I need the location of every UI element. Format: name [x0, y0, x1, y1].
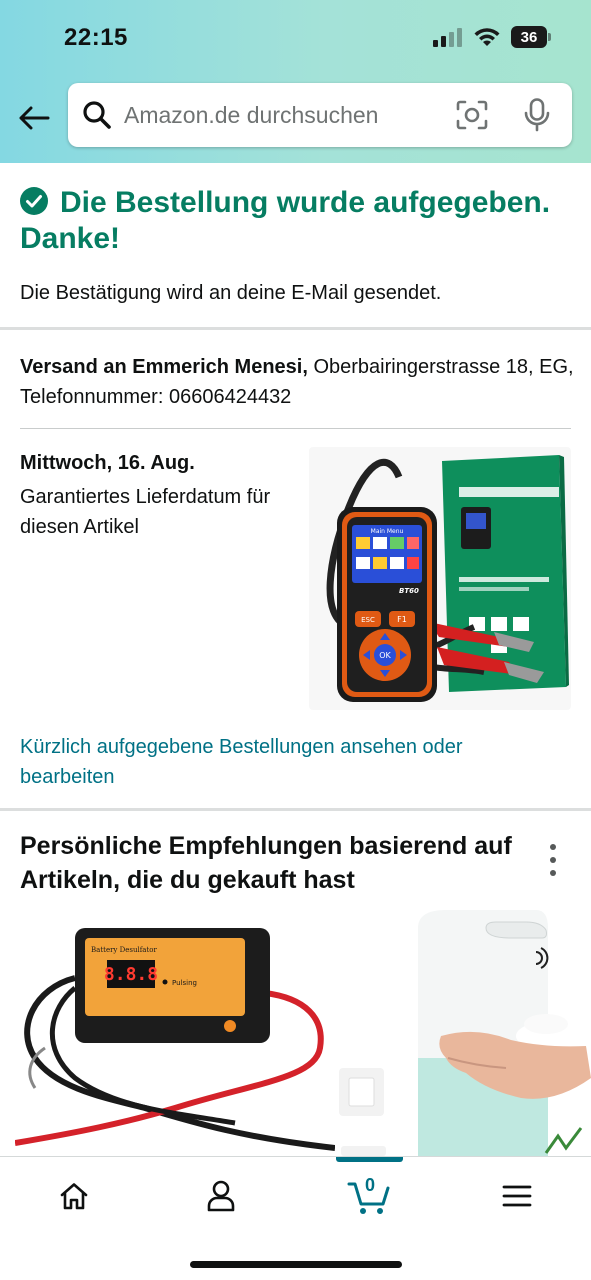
desulfator-label: Battery Desulfator	[91, 946, 157, 954]
battery-desulfator-image: Battery Desulfator 8.8.8 Pulsing	[14, 928, 336, 1151]
search-bar[interactable]	[68, 83, 572, 147]
status-icons: 36	[433, 26, 551, 48]
nav-home[interactable]	[44, 1171, 104, 1221]
more-options-icon[interactable]	[540, 840, 566, 880]
status-time: 22:15	[64, 24, 128, 51]
tester-screen-title: Main Menu	[371, 528, 404, 535]
camera-search-icon[interactable]	[456, 100, 488, 130]
recommendations-title: Persönliche Empfehlungen basierend auf A…	[20, 832, 512, 894]
active-tab-indicator	[336, 1157, 403, 1162]
app-header: 22:15 36	[0, 0, 591, 163]
soap-dispenser-image	[339, 910, 591, 1156]
tester-ok-label: OK	[379, 651, 391, 660]
cart-count: 0	[364, 1175, 375, 1195]
shipping-name: Versand an Emmerich Menesi,	[20, 356, 308, 378]
home-indicator	[190, 1261, 402, 1268]
tester-model-label: BT60	[399, 587, 419, 595]
account-icon	[207, 1180, 235, 1212]
confirmation-text: Die Bestätigung wird an deine E-Mail ges…	[20, 282, 442, 304]
signal-icon	[433, 28, 462, 47]
search-icon	[83, 101, 111, 129]
shipping-info: Versand an Emmerich Menesi, Oberbairinge…	[20, 352, 575, 412]
order-success-title: Die Bestellung wurde aufgegeben. Danke!	[20, 185, 560, 257]
back-button[interactable]	[14, 98, 54, 138]
delivery-note: Garantiertes Lieferdatum für diesen Arti…	[20, 486, 271, 538]
tester-esc-label: ESC	[361, 616, 375, 624]
check-circle-icon	[20, 187, 48, 215]
battery-icon: 36	[511, 26, 551, 48]
nav-menu[interactable]	[487, 1171, 547, 1221]
nav-account[interactable]	[191, 1171, 251, 1221]
recommendation-item[interactable]	[336, 908, 591, 1156]
microphone-icon[interactable]	[524, 98, 550, 132]
section-divider	[0, 808, 591, 811]
divider	[20, 428, 571, 429]
delivery-date: Mittwoch, 16. Aug.	[20, 452, 195, 474]
nav-cart[interactable]: 0	[339, 1171, 399, 1221]
recommendation-item[interactable]: Battery Desulfator 8.8.8 Pulsing	[14, 908, 336, 1156]
desulfator-status: Pulsing	[172, 979, 197, 987]
success-text: Die Bestellung wurde aufgegeben. Danke!	[20, 186, 551, 255]
recent-orders-link[interactable]: Kürzlich aufgegebene Bestellungen ansehe…	[20, 732, 560, 792]
arrow-left-icon	[19, 106, 50, 130]
tester-f1-label: F1	[397, 615, 407, 624]
search-input[interactable]	[124, 83, 444, 147]
battery-tester-image: Main Menu BT60 ESC F1 OK	[326, 455, 569, 702]
desulfator-display: 8.8.8	[104, 964, 158, 985]
section-divider	[0, 327, 591, 330]
menu-icon	[502, 1185, 532, 1207]
wifi-icon	[474, 28, 500, 46]
battery-level: 36	[511, 26, 547, 48]
home-icon	[60, 1183, 88, 1210]
ordered-product-image[interactable]: Main Menu BT60 ESC F1 OK	[309, 447, 571, 710]
